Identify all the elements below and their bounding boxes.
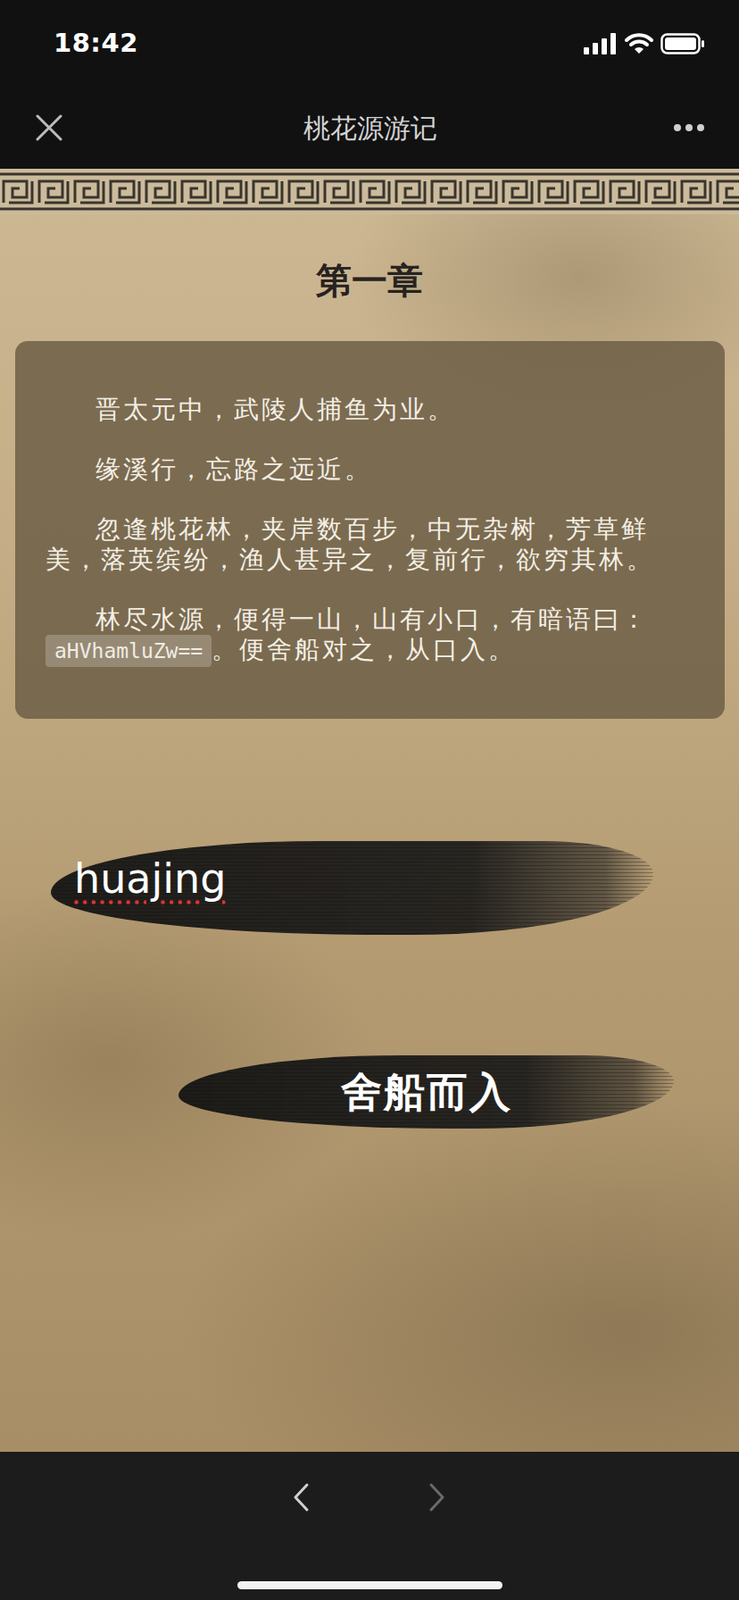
home-indicator [237,1580,503,1589]
paragraph-text: 缘溪行，忘路之远近。 [95,454,373,484]
bottom-toolbar [0,1451,739,1600]
code-text: aHVhamluZw== [45,634,212,667]
chapter-title: 第一章 [315,258,424,302]
text-paragraph: 林尽水源，便得一山，山有小口，有暗语曰：aHVhamluZw==。便舍船对之，从… [45,604,675,667]
pattern-border [0,168,739,215]
paragraph-text: 。便舍船对之，从口入。 [211,634,516,665]
nav-bar: 桃花源游记 [0,86,739,169]
more-button[interactable] [651,109,706,146]
forward-button [390,1472,484,1521]
text-paragraph: 缘溪行，忘路之远近。 [45,454,675,485]
scene: 第一章晋太元中，武陵人捕鱼为业。缘溪行，忘路之远近。忽逢桃花林，夹岸数百步，中无… [0,168,739,1452]
text-paragraph: 晋太元中，武陵人捕鱼为业。 [45,394,675,425]
paragraph-text: 林尽水源，便得一山，山有小口，有暗语曰： [95,604,649,634]
answer-input[interactable] [50,847,654,910]
close-button[interactable] [35,109,90,146]
status-bar: 18:42 [0,0,739,87]
more-icon[interactable] [672,123,706,133]
forward-chevron-icon [426,1481,449,1512]
paragraph-text: 忽逢桃花林，夹岸数百步，中无杂树，芳草鲜美，落英缤纷，渔人甚异之，复前行，欲穷其… [45,514,655,574]
wifi-icon [624,33,654,55]
status-time: 18:42 [53,24,139,64]
answer-brush [50,840,654,935]
close-icon[interactable] [35,114,63,142]
signal-icon [583,33,618,55]
status-icons [583,33,706,55]
text-paragraph: 忽逢桃花林，夹岸数百步，中无杂树，芳草鲜美，落英缤纷，渔人甚异之，复前行，欲穷其… [45,514,675,575]
battery-icon [660,33,706,55]
text-panel: 晋太元中，武陵人捕鱼为业。缘溪行，忘路之远近。忽逢桃花林，夹岸数百步，中无杂树，… [15,340,725,719]
page-title: 桃花源游记 [303,107,438,149]
back-chevron-icon[interactable] [290,1481,313,1512]
app-shell: 18:42 桃花源游记第一章晋太元中，武陵人捕鱼为业。缘溪行，忘路之远近。忽逢桃花… [0,0,739,1600]
toolbar-row [255,1451,484,1521]
back-button[interactable] [255,1472,349,1521]
submit-button[interactable]: 舍船而入 [323,1057,531,1127]
paragraph-text: 晋太元中，武陵人捕鱼为业。 [95,394,456,424]
submit-brush: 舍船而入 [178,1054,674,1129]
